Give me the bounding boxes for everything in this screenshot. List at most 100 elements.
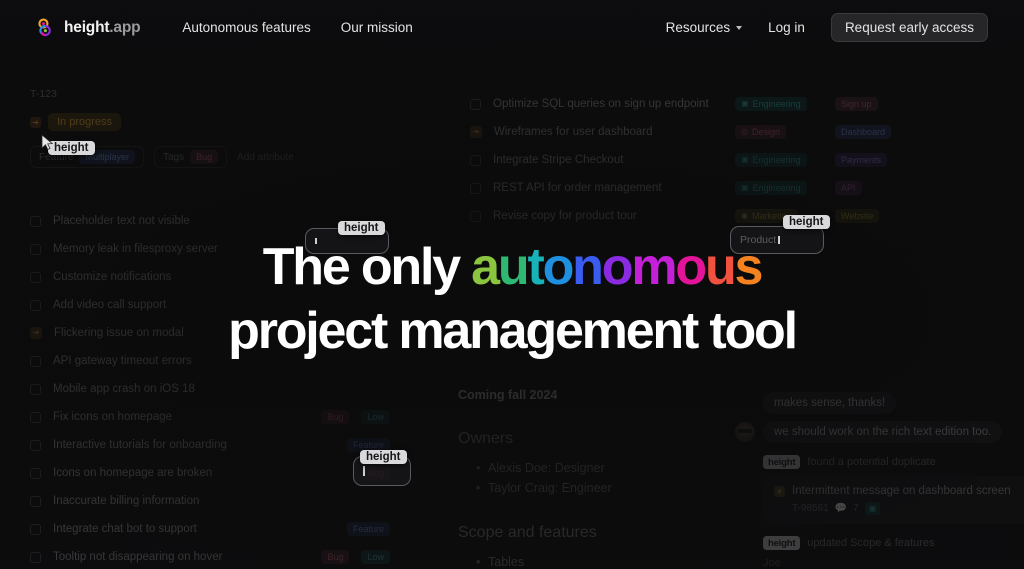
list-item-title: Wireframes for user dashboard (494, 126, 653, 138)
comment-icon: 💬 (834, 503, 848, 514)
inline-input-left-bottom[interactable] (353, 456, 411, 486)
tag-payments[interactable]: Payments (835, 153, 888, 167)
bot-activity-line: height updated Scope & features (735, 536, 1024, 550)
checkbox-icon[interactable] (30, 215, 41, 227)
engineering-icon: ▣ (864, 502, 881, 515)
tag-label: Engineering (752, 154, 801, 165)
list-item: Tables (476, 552, 758, 569)
hero-letter-9: s (734, 238, 764, 296)
list-item[interactable]: Tooltip not disappearing on hover Bug Low (30, 543, 390, 569)
list-item-tags: Feature (346, 438, 390, 452)
checkbox-icon[interactable] (30, 383, 41, 395)
tag-dashboard[interactable]: Dashboard (835, 125, 892, 139)
tag-label: Bug (327, 411, 344, 422)
tag-bug[interactable]: Bug (321, 550, 350, 564)
chat-message: we should work on the rich text edition … (735, 421, 1024, 443)
request-early-access-button[interactable]: Request early access (830, 13, 988, 42)
status-badge-label: In progress (57, 116, 113, 128)
brand-name: height.app (64, 18, 141, 36)
checkbox-icon[interactable] (470, 182, 481, 194)
hero-line-1-plain: The only (262, 238, 472, 296)
checkbox-icon[interactable] (30, 523, 41, 535)
add-attribute-button[interactable]: Add attribute (237, 152, 294, 163)
chat-bubble: we should work on the rich text edition … (763, 421, 1003, 443)
duplicate-task-title: Intermittent message on dashboard screen (792, 485, 1011, 497)
secondary-nav: Resources Log in Request early access (666, 13, 988, 42)
attr-feature-value: Multiplayer (79, 150, 135, 164)
chat-message: makes sense, thanks! (735, 392, 1024, 414)
tag-label: API (841, 182, 856, 193)
checkbox-icon[interactable] (30, 551, 41, 563)
list-item[interactable]: Inaccurate billing information (30, 487, 390, 515)
attr-tags-label: Tags (162, 151, 185, 163)
task-detail-card: T-123 ➜ In progress Feature Multiplayer … (30, 88, 294, 168)
tag-feature[interactable]: Feature (346, 438, 390, 452)
hero-letter-8: u (704, 238, 737, 296)
attr-feature[interactable]: Feature Multiplayer (30, 146, 144, 168)
checkbox-icon[interactable] (30, 411, 41, 423)
list-item-tags: Bug Low (321, 410, 390, 424)
list-item-tags: Bug Low (321, 550, 390, 564)
checkbox-icon[interactable] (30, 495, 41, 507)
checkbox-icon[interactable] (30, 439, 41, 451)
tag-website[interactable]: Website (835, 209, 880, 223)
list-item: Taylor Craig: Engineer (476, 478, 758, 498)
tag-label: Feature (352, 439, 384, 450)
tag-signup[interactable]: Sign up (835, 97, 878, 111)
status-badge[interactable]: In progress (48, 113, 122, 131)
nav-resources[interactable]: Resources (666, 20, 743, 35)
tag-feature[interactable]: Feature (346, 522, 390, 536)
tag-api[interactable]: API (835, 181, 862, 195)
list-item[interactable]: Integrate chat bot to support Feature (30, 515, 390, 543)
brand-logo[interactable]: height.app (36, 17, 141, 38)
scope-heading: Scope and features (458, 524, 597, 541)
list-item[interactable]: Integrate Stripe Checkout ▣ Engineering Pay… (470, 146, 910, 174)
hero-letter-0: a (471, 238, 500, 296)
tag-bug[interactable]: Bug (321, 410, 350, 424)
checkbox-icon[interactable] (470, 154, 481, 166)
duplicate-task-card[interactable]: ⏸ Intermittent message on dashboard scre… (763, 476, 1024, 524)
chat-bubble: makes sense, thanks! (763, 392, 897, 414)
tag-engineering[interactable]: ▣ Engineering (735, 97, 807, 111)
design-icon: ◎ (741, 127, 748, 136)
list-item[interactable]: Interactive tutorials for onboarding Feat… (30, 431, 390, 459)
hero-letter-5: o (601, 238, 634, 296)
task-status-row: ➜ In progress (30, 113, 294, 131)
list-item-title: Integrate chat bot to support (53, 523, 197, 535)
list-item-title: Placeholder text not visible (53, 215, 190, 227)
nav-our-mission[interactable]: Our mission (341, 20, 413, 35)
tag-label: Sign up (841, 98, 872, 109)
list-item[interactable]: REST API for order management ▣ Engineerin… (470, 174, 910, 202)
tag-label: Design (751, 126, 780, 137)
list-item[interactable]: Fix icons on homepage Bug Low (30, 403, 390, 431)
attr-tags[interactable]: Tags Bug (153, 146, 228, 168)
list-item[interactable]: Revise copy for product tour ◉ Marketing We… (470, 202, 910, 230)
duplicate-task-title-row: ⏸ Intermittent message on dashboard scre… (774, 485, 1024, 497)
list-item[interactable]: Optimize SQL queries on sign up endpoint… (470, 90, 910, 118)
hero-letter-1: u (497, 238, 530, 296)
nav-login[interactable]: Log in (768, 20, 805, 35)
list-item-title: Inaccurate billing information (53, 495, 200, 507)
tag-engineering[interactable]: ▣ Engineering (735, 153, 807, 167)
bot-activity-line: height found a potential duplicate (735, 455, 1024, 469)
in-progress-arrow-icon[interactable]: ➜ (470, 126, 482, 138)
checkbox-icon[interactable] (470, 98, 481, 110)
list-item[interactable]: ➜ Wireframes for user dashboard ◎ Design Das… (470, 118, 910, 146)
page-root: T-123 ➜ In progress Feature Multiplayer … (0, 0, 1024, 569)
tag-engineering[interactable]: ▣ Engineering (735, 181, 807, 195)
tag-design[interactable]: ◎ Design (735, 125, 786, 139)
tag-low[interactable]: Low (361, 410, 390, 424)
tag-marketing[interactable]: ◉ Marketing (735, 209, 798, 223)
list-item[interactable]: Mobile app crash on iOS 18 (30, 375, 390, 403)
list-item[interactable]: Icons on homepage are brokenBug (30, 459, 390, 487)
tag-low[interactable]: Low (361, 550, 390, 564)
list-item-title: Optimize SQL queries on sign up endpoint (493, 98, 709, 110)
in-progress-arrow-icon: ➜ (30, 116, 41, 128)
checkbox-icon[interactable] (470, 210, 481, 222)
nav-autonomous-features[interactable]: Autonomous features (182, 20, 310, 35)
hero-line-1: The only autonomous (0, 235, 1024, 299)
marketing-icon: ◉ (741, 211, 748, 220)
checkbox-icon[interactable] (30, 467, 41, 479)
height-logo-icon (38, 18, 51, 37)
document-panel: Coming fall 2024 Owners Alexis Doe: Desi… (458, 388, 758, 569)
